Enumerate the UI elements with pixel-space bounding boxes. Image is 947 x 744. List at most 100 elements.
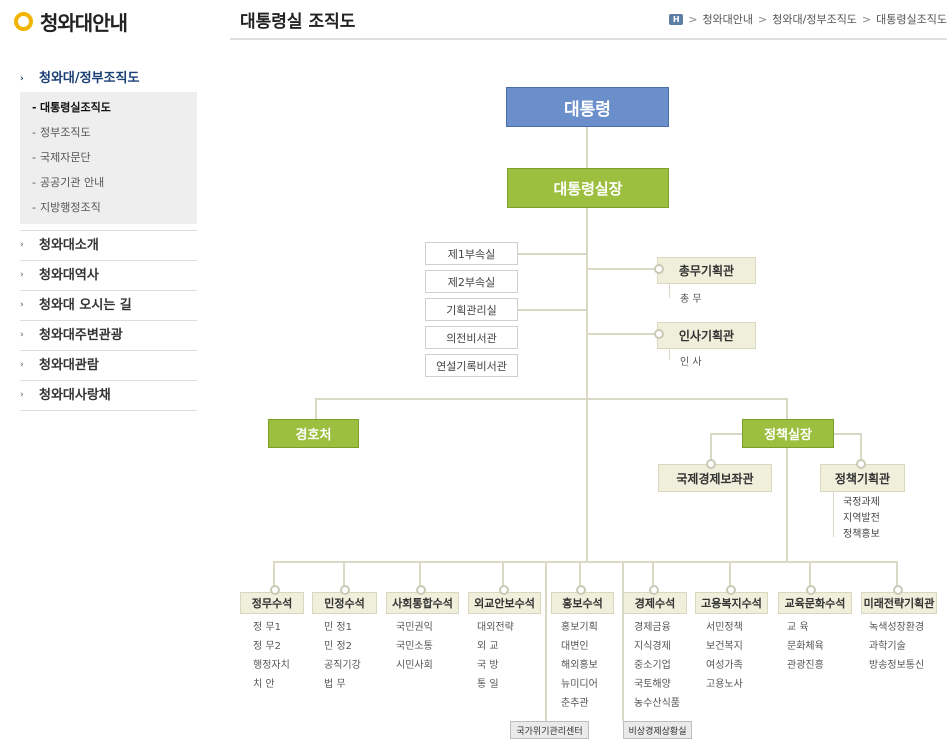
connector-node-icon xyxy=(654,329,664,339)
secretary-sub: 관광진흥 xyxy=(787,660,824,671)
secretary-sub: 국민소통 xyxy=(396,641,433,652)
secretary-sub: 중소기업 xyxy=(634,660,671,671)
secretary-economic-subs: 경제금융 지식경제 중소기업 국토해양 농수산식품 xyxy=(634,618,680,713)
secretary-future-strategy-box[interactable]: 미래전략기획관 xyxy=(861,592,937,614)
connector-line xyxy=(833,433,861,435)
connector-line xyxy=(315,398,317,420)
secretary-political-subs: 정 무1 정 무2 행정자치 치 안 xyxy=(253,618,290,694)
office-speechwriting[interactable]: 연설기록비서관 xyxy=(425,354,518,377)
connector-node-icon xyxy=(270,585,280,595)
office-protocol[interactable]: 의전비서관 xyxy=(425,326,518,349)
secretary-education-culture-box[interactable]: 교육문화수석 xyxy=(778,592,852,614)
secretary-sub: 행정자치 xyxy=(253,660,290,671)
secretary-sub: 해외홍보 xyxy=(561,660,598,671)
connector-node-icon xyxy=(706,459,716,469)
secretary-sub: 고용노사 xyxy=(706,679,743,690)
secretary-sub: 정 무2 xyxy=(253,641,281,652)
secretary-sub: 지식경제 xyxy=(634,641,671,652)
connector-line xyxy=(669,283,670,298)
secretary-economic-box[interactable]: 경제수석 xyxy=(623,592,687,614)
connector-node-icon xyxy=(893,585,903,595)
secretary-public-relations-subs: 홍보기획 대변인 해외홍보 뉴미디어 춘추관 xyxy=(561,618,598,713)
secretary-sub: 국민권익 xyxy=(396,622,433,633)
personnel-sub: 인 사 xyxy=(680,357,702,368)
secretary-sub: 교 육 xyxy=(787,622,809,633)
intl-econ-advisor-box[interactable]: 국제경제보좌관 xyxy=(658,464,772,492)
general-affairs-box[interactable]: 총무기획관 xyxy=(657,257,756,284)
connector-node-icon xyxy=(856,459,866,469)
secretary-sub: 보건복지 xyxy=(706,641,743,652)
office-planning-management[interactable]: 기획관리실 xyxy=(425,298,518,321)
connector-node-icon xyxy=(649,585,659,595)
secretary-sub: 뉴미디어 xyxy=(561,679,598,690)
secretary-education-culture-subs: 교 육 문화체육 관광진흥 xyxy=(787,618,824,675)
secretary-social-integration-subs: 국민권익 국민소통 시민사회 xyxy=(396,618,433,675)
chief-of-staff-box[interactable]: 대통령실장 xyxy=(507,168,669,208)
policy-planning-sub: 지역발전 xyxy=(843,513,880,524)
crisis-management-center-box[interactable]: 국가위기관리센터 xyxy=(510,721,589,739)
secretary-sub: 농수산식품 xyxy=(634,698,680,709)
connector-node-icon xyxy=(726,585,736,595)
secretary-sub: 과학기술 xyxy=(869,641,906,652)
connector-node-icon xyxy=(340,585,350,595)
secretary-sub: 국 방 xyxy=(477,660,499,671)
office-second-attached[interactable]: 제2부속실 xyxy=(425,270,518,293)
secretary-sub: 시민사회 xyxy=(396,660,433,671)
personnel-box[interactable]: 인사기획관 xyxy=(657,322,756,349)
connector-line xyxy=(710,433,742,435)
president-box[interactable]: 대통령 xyxy=(506,87,669,127)
secretary-sub: 경제금융 xyxy=(634,622,671,633)
secretary-sub: 국토해양 xyxy=(634,679,671,690)
connector-line xyxy=(622,561,624,721)
secretary-civil-affairs-subs: 민 정1 민 정2 공직기강 법 무 xyxy=(324,618,361,694)
secretary-sub: 치 안 xyxy=(253,679,275,690)
secretary-sub: 공직기강 xyxy=(324,660,361,671)
secretary-sub: 민 정2 xyxy=(324,641,352,652)
secretary-sub: 방송정보통신 xyxy=(869,660,925,671)
connector-node-icon xyxy=(806,585,816,595)
secretary-employment-welfare-subs: 서민정책 보건복지 여성가족 고용노사 xyxy=(706,618,743,694)
secretary-sub: 민 정1 xyxy=(324,622,352,633)
secretary-sub: 법 무 xyxy=(324,679,346,690)
connector-node-icon xyxy=(654,264,664,274)
secretary-sub: 홍보기획 xyxy=(561,622,598,633)
secretary-civil-affairs-box[interactable]: 민정수석 xyxy=(312,592,377,614)
secretary-employment-welfare-box[interactable]: 고용복지수석 xyxy=(695,592,768,614)
secretary-sub: 외 교 xyxy=(477,641,499,652)
secretary-sub: 대외전략 xyxy=(477,622,514,633)
security-service-box[interactable]: 경호처 xyxy=(268,419,359,448)
connector-line xyxy=(587,268,657,270)
connector-line xyxy=(517,253,587,255)
connector-node-icon xyxy=(416,585,426,595)
policy-planning-subs: 국정과제 지역발전 정책홍보 xyxy=(843,495,880,543)
connector-line xyxy=(786,446,788,562)
connector-line xyxy=(517,309,587,311)
secretary-sub: 문화체육 xyxy=(787,641,824,652)
connector-line xyxy=(669,348,670,360)
economic-emergency-room-box[interactable]: 비상경제상황실 xyxy=(623,721,692,739)
secretary-political-box[interactable]: 정무수석 xyxy=(240,592,304,614)
org-chart: 대통령 대통령실장 제1부속실 제2부속실 기획관리실 의전비서관 연설기록비서… xyxy=(0,0,947,744)
policy-chief-box[interactable]: 정책실장 xyxy=(742,419,834,448)
connector-node-icon xyxy=(499,585,509,595)
general-affairs-sub: 총 무 xyxy=(680,294,702,305)
secretary-social-integration-box[interactable]: 사회통합수석 xyxy=(386,592,459,614)
secretary-foreign-security-box[interactable]: 외교안보수석 xyxy=(468,592,541,614)
secretary-sub: 서민정책 xyxy=(706,622,743,633)
secretary-foreign-security-subs: 대외전략 외 교 국 방 통 일 xyxy=(477,618,514,694)
secretary-sub: 통 일 xyxy=(477,679,499,690)
policy-planning-sub: 국정과제 xyxy=(843,497,880,508)
secretary-sub: 여성가족 xyxy=(706,660,743,671)
policy-planning-sub: 정책홍보 xyxy=(843,529,880,540)
secretary-sub: 대변인 xyxy=(561,641,589,652)
secretary-sub: 녹색성장환경 xyxy=(869,622,925,633)
connector-node-icon xyxy=(576,585,586,595)
office-first-attached[interactable]: 제1부속실 xyxy=(425,242,518,265)
connector-line xyxy=(315,398,787,400)
connector-line xyxy=(786,398,788,420)
connector-line xyxy=(545,561,547,721)
secretary-sub: 춘추관 xyxy=(561,698,589,709)
secretary-future-strategy-subs: 녹색성장환경 과학기술 방송정보통신 xyxy=(869,618,924,675)
connector-line xyxy=(587,333,657,335)
secretary-public-relations-box[interactable]: 홍보수석 xyxy=(551,592,614,614)
